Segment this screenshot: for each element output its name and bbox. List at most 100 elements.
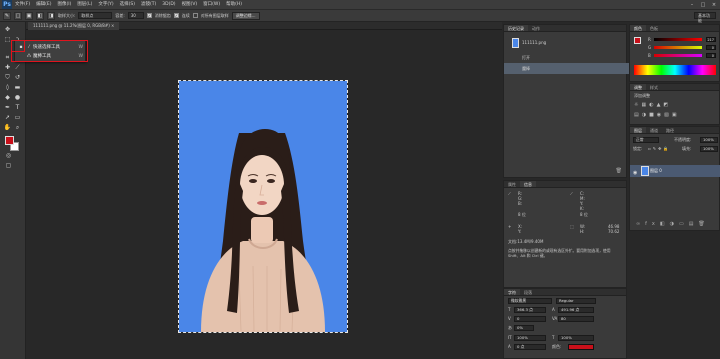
history-item-open[interactable]: 打开: [504, 52, 630, 63]
menu-edit[interactable]: 编辑(E): [33, 0, 54, 10]
vertical-scale-icon: IT: [508, 335, 512, 340]
tab-properties[interactable]: 属性: [504, 181, 520, 187]
font-size-input[interactable]: 366.3 点: [514, 307, 546, 313]
channel-g-slider[interactable]: [654, 46, 702, 49]
contiguous-checkbox[interactable]: ✓: [173, 13, 179, 18]
adjustment-icons-row-1[interactable]: ☼▦◐▲◩: [634, 102, 671, 108]
character-panel: 字符 段落 微软雅黑 Regular T 366.3 点 A 491.96 点 …: [503, 288, 627, 359]
foreground-color-swatch[interactable]: [5, 136, 14, 145]
tool-preset-icon[interactable]: ✎: [3, 11, 11, 20]
tab-color[interactable]: 颜色: [630, 25, 646, 31]
tab-swatches[interactable]: 色板: [646, 25, 662, 31]
intersect-selection-icon[interactable]: ◨: [47, 11, 55, 20]
brush-tool-icon[interactable]: ⟋: [13, 64, 22, 72]
menu-view[interactable]: 视图(V): [179, 0, 201, 10]
tolerance-input[interactable]: 30: [127, 12, 144, 19]
close-button[interactable]: ×: [710, 2, 718, 9]
history-item-magic-wand[interactable]: 魔棒: [504, 63, 630, 74]
quick-mask-icon[interactable]: ◎: [4, 152, 13, 160]
blend-mode-select[interactable]: 正常: [633, 137, 659, 143]
blur-tool-icon[interactable]: ◆: [3, 94, 12, 102]
healing-brush-tool-icon[interactable]: ✚: [3, 64, 12, 72]
tab-adjustments[interactable]: 调整: [630, 84, 646, 90]
workspace-select[interactable]: 基本功能: [694, 12, 716, 23]
add-selection-icon[interactable]: ▣: [25, 11, 33, 20]
horizontal-scale-input[interactable]: 100%: [558, 335, 594, 341]
baseline-input[interactable]: 0 点: [514, 344, 546, 350]
tab-layers[interactable]: 图层: [630, 127, 646, 133]
color-spectrum-ramp[interactable]: [634, 65, 716, 75]
opacity-label: 不透明度:: [674, 137, 692, 142]
screen-mode-icon[interactable]: ▢: [4, 162, 13, 170]
color-panel: 颜色 色板 R 217 G 0 B 0: [629, 24, 720, 82]
pen-tool-icon[interactable]: ✒: [3, 104, 12, 112]
menu-type[interactable]: 文字(Y): [95, 0, 116, 10]
menu-select[interactable]: 选择(S): [117, 0, 138, 10]
history-brush-tool-icon[interactable]: ↺: [13, 74, 22, 82]
sample-all-checkbox[interactable]: [192, 13, 198, 18]
gradient-tool-icon[interactable]: ▬: [13, 84, 22, 92]
tab-info[interactable]: 信息: [520, 181, 536, 187]
channel-b-value[interactable]: 0: [706, 53, 716, 58]
tab-paragraph[interactable]: 段落: [520, 289, 536, 295]
font-style-select[interactable]: Regular: [556, 298, 596, 304]
history-item-open-label: 打开: [522, 55, 530, 60]
snapshot-thumbnail: [512, 38, 519, 48]
menu-filter[interactable]: 滤镜(T): [138, 0, 159, 10]
kerning-input[interactable]: 0: [514, 316, 546, 322]
leading-input[interactable]: 491.96 点: [558, 307, 594, 313]
channel-g-value[interactable]: 0: [706, 45, 716, 50]
tab-channels[interactable]: 通道: [646, 127, 662, 133]
tsume-input[interactable]: 0%: [514, 325, 534, 331]
tracking-input[interactable]: 80: [558, 316, 594, 322]
menu-image[interactable]: 图像(I): [54, 0, 74, 10]
adjustment-icons-row-2[interactable]: ▤◑■◉▧▣: [634, 112, 680, 118]
document-tab[interactable]: 111111.png @ 11.2%(图层 0, RGB/8#) ×: [28, 22, 120, 30]
fill-input[interactable]: 100%: [700, 146, 718, 152]
maximize-button[interactable]: □: [699, 2, 707, 9]
clone-stamp-tool-icon[interactable]: ⛉: [3, 74, 12, 82]
antialias-checkbox[interactable]: ✓: [146, 13, 152, 18]
tab-actions[interactable]: 动作: [528, 25, 544, 31]
subtract-selection-icon[interactable]: ◧: [36, 11, 44, 20]
zoom-tool-icon[interactable]: ⌕: [13, 124, 22, 132]
opacity-input[interactable]: 100%: [700, 137, 718, 143]
history-trash-icon[interactable]: 🗑: [616, 168, 622, 174]
bounds-icon: ⬚: [570, 224, 574, 229]
hand-tool-icon[interactable]: ✋: [3, 124, 12, 132]
eraser-tool-icon[interactable]: ◊: [3, 84, 12, 92]
document-canvas[interactable]: [178, 80, 348, 333]
channel-r-slider[interactable]: [654, 38, 702, 41]
menu-layer[interactable]: 图层(L): [74, 0, 95, 10]
menu-file[interactable]: 文件(F): [12, 0, 33, 10]
layer-footer-icons[interactable]: ∞fx◧◑▭▤🗑: [636, 221, 710, 227]
layer-visibility-icon[interactable]: ◉: [633, 167, 637, 179]
minimize-button[interactable]: –: [688, 2, 696, 9]
history-snapshot[interactable]: 111111.png: [504, 35, 630, 51]
menu-3d[interactable]: 3D(D): [159, 0, 178, 10]
tab-character[interactable]: 字符: [504, 289, 520, 295]
dodge-tool-icon[interactable]: ●: [13, 94, 22, 102]
shape-tool-icon[interactable]: ▭: [13, 114, 22, 122]
adjustments-label: 添加调整: [634, 93, 650, 98]
color-panel-fg-swatch[interactable]: [634, 37, 641, 44]
type-tool-icon[interactable]: T: [13, 104, 22, 112]
layer-name[interactable]: 图层 0: [650, 168, 662, 173]
channel-b-slider[interactable]: [654, 54, 702, 57]
menu-window[interactable]: 窗口(W): [200, 0, 223, 10]
layer-row[interactable]: ◉ 图层 0: [630, 165, 720, 177]
vertical-scale-input[interactable]: 100%: [514, 335, 546, 341]
tab-history[interactable]: 历史记录: [504, 25, 528, 31]
path-selection-tool-icon[interactable]: ➚: [3, 114, 12, 122]
refine-edge-button[interactable]: 调整边缘...: [231, 11, 260, 20]
new-selection-icon[interactable]: □: [14, 11, 22, 20]
channel-r-value[interactable]: 217: [706, 37, 716, 42]
lock-icons[interactable]: ▫✎✥🔒: [648, 146, 670, 151]
tab-styles[interactable]: 样式: [646, 84, 662, 90]
text-color-swatch[interactable]: [568, 344, 594, 350]
move-tool-icon[interactable]: ✥: [3, 26, 12, 34]
menu-help[interactable]: 帮助(H): [223, 0, 245, 10]
tab-paths[interactable]: 路径: [662, 127, 678, 133]
font-family-select[interactable]: 微软雅黑: [508, 298, 552, 304]
sample-size-select[interactable]: 取样点: [78, 12, 113, 19]
